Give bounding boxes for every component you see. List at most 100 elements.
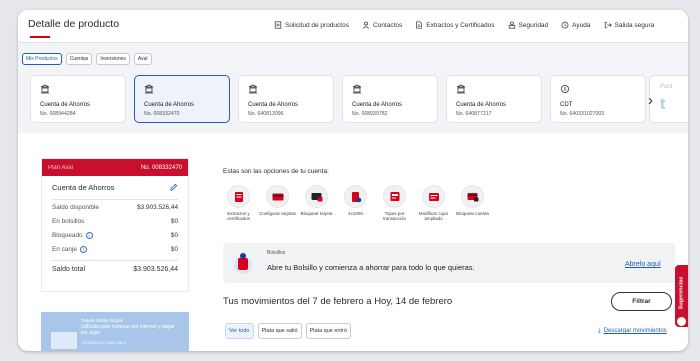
nav-label: Seguridad xyxy=(518,21,549,29)
bolsillo-open-link[interactable]: Abrelo aquí xyxy=(625,261,661,268)
balance-row: En canje i $0 xyxy=(42,242,188,256)
account-card[interactable]: $ CDT No. 640331027003 xyxy=(550,75,646,123)
nav-salida-segura[interactable]: Salida segura xyxy=(604,21,654,29)
account-name: Cuenta de Ahorros xyxy=(352,102,403,108)
option-label: Configurar tarjetas xyxy=(258,211,297,216)
title-underline xyxy=(30,36,50,38)
balance-value: $0 xyxy=(170,231,178,239)
account-name: CDT xyxy=(560,102,573,108)
option-configurar-tarjetas[interactable]: Configurar tarjetas xyxy=(258,185,297,221)
account-name: Cuenta de Ahorros xyxy=(40,102,91,108)
savings-icon xyxy=(144,84,154,94)
top-bar: Detalle de producto Solicitud de product… xyxy=(18,10,688,43)
partial-card-label: Punt xyxy=(660,84,673,90)
option-bloquear-cuenta[interactable]: Bloquear cuenta xyxy=(453,185,492,221)
nav-label: Extractos y Certificados xyxy=(426,21,495,29)
svg-text:$: $ xyxy=(564,87,567,92)
download-movements-link[interactable]: ⤓ Descargar movimientos xyxy=(598,328,667,335)
filter-ver-todo[interactable]: Ver todo xyxy=(225,323,254,339)
filter-button[interactable]: Filtrar xyxy=(611,292,672,311)
account-card-partial[interactable]: Punt t xyxy=(649,75,688,123)
account-card[interactable]: Cuenta de Ahorros No. 008944284 xyxy=(30,75,126,123)
product-tabs: Mis Productos Cuentas Inversiones Aval xyxy=(22,53,152,65)
edit-limit-icon xyxy=(428,192,439,201)
promo-text: Utilízala para comprar por internet y pa… xyxy=(81,324,175,336)
balance-label: En canje xyxy=(52,245,77,253)
option-label: Modificar cupo ampliado xyxy=(418,211,449,221)
nav-label: Contactos xyxy=(372,21,403,29)
tab-inversiones[interactable]: Inversiones xyxy=(96,53,130,65)
card-lock-icon xyxy=(311,192,322,201)
account-card[interactable]: Cuenta de Ahorros No. 640813096 xyxy=(238,75,334,123)
promo-tag: Tarjeta Débito Digital xyxy=(81,318,123,323)
balance-row: En bolsillos $0 xyxy=(42,214,188,228)
nav-extractos[interactable]: Extractos y Certificados xyxy=(415,21,495,29)
option-topes-transaccion[interactable]: Topes por transacción xyxy=(375,185,414,221)
account-number: No. 640813096 xyxy=(248,111,284,117)
nav-seguridad[interactable]: Seguridad xyxy=(508,21,549,29)
option-circle xyxy=(422,185,445,208)
promo-cta[interactable]: Actívala sin costo aquí xyxy=(81,340,126,345)
puntos-logo: t xyxy=(660,96,666,113)
filter-plata-entro[interactable]: Plata que entró xyxy=(305,323,351,339)
nav-contactos[interactable]: Contactos xyxy=(362,21,402,29)
savings-icon xyxy=(456,84,466,94)
option-label: Topes por transacción xyxy=(382,211,406,221)
account-options: Extractos y certificados Configurar tarj… xyxy=(219,185,492,221)
savings-icon xyxy=(352,84,362,94)
total-value: $3.903.526,44 xyxy=(133,266,178,273)
movements-title: Tus movimientos del 7 de febrero a Hoy, … xyxy=(223,296,453,307)
download-icon: ⤓ xyxy=(598,328,601,334)
option-circle xyxy=(266,185,289,208)
option-circle xyxy=(227,185,250,208)
panel-account-row: Cuenta de Ahorros xyxy=(42,176,188,192)
account-summary-panel: Plan Aval No. 008332470 Cuenta de Ahorro… xyxy=(41,158,189,292)
info-icon[interactable]: i xyxy=(85,231,93,239)
tab-cuentas[interactable]: Cuentas xyxy=(65,53,93,65)
person-icon xyxy=(362,21,370,29)
account-number: No. 640331027003 xyxy=(560,111,605,117)
page-title: Detalle de producto xyxy=(28,18,120,30)
debit-card-image xyxy=(51,332,77,349)
limits-icon xyxy=(390,191,399,201)
panel-account-name: Cuenta de Ahorros xyxy=(52,183,115,192)
option-extractos[interactable]: Extractos y certificados xyxy=(219,185,258,221)
option-modificar-cupo[interactable]: Modificar cupo ampliado xyxy=(414,185,453,221)
logout-icon xyxy=(604,21,612,29)
filter-plata-salio[interactable]: Plata que salió xyxy=(257,323,302,339)
feedback-icon xyxy=(677,317,686,326)
option-4x1000[interactable]: 4x1000 xyxy=(336,185,375,221)
balance-value: $3.903.526,44 xyxy=(137,203,178,211)
option-label: Bloquear tarjeta xyxy=(300,211,333,216)
option-label: 4x1000 xyxy=(348,211,363,216)
file-icon xyxy=(416,21,423,29)
option-label: Bloquear cuenta xyxy=(456,211,489,216)
balance-row: Bloqueado i $0 xyxy=(42,228,188,242)
account-card-selected[interactable]: Cuenta de Ahorros No. 008332470 xyxy=(134,75,230,123)
account-number: No. 008939782 xyxy=(352,111,388,117)
document-icon xyxy=(234,191,243,202)
balance-value: $0 xyxy=(170,217,178,225)
balance-label-wrap: Bloqueado i xyxy=(52,231,93,239)
edit-icon[interactable] xyxy=(169,183,178,192)
nav-solicitud-productos[interactable]: Solicitud de productos xyxy=(274,21,349,29)
chevron-right-icon[interactable]: › xyxy=(648,92,653,109)
bolsillo-title: Bolsillos xyxy=(267,250,286,256)
account-cards: Cuenta de Ahorros No. 008944284 Cuenta d… xyxy=(30,75,646,123)
tab-mis-productos[interactable]: Mis Productos xyxy=(22,53,62,65)
sugerencias-tab[interactable]: Sugerencias xyxy=(675,265,688,327)
options-title: Estas son las opciones de tu cuenta: xyxy=(223,168,329,175)
debit-card-promo[interactable]: Tarjeta Débito Digital Utilízala para co… xyxy=(41,312,189,351)
account-card[interactable]: Cuenta de Ahorros No. 640877217 xyxy=(446,75,542,123)
bolsillo-message: Abre tu Bolsillo y comienza a ahorrar pa… xyxy=(267,263,475,272)
option-circle xyxy=(344,185,367,208)
account-card[interactable]: Cuenta de Ahorros No. 008939782 xyxy=(342,75,438,123)
lock-person-icon xyxy=(508,21,515,29)
nav-ayuda[interactable]: Ayuda xyxy=(561,21,591,29)
savings-icon xyxy=(40,84,50,94)
tax-document-icon xyxy=(351,191,361,202)
info-icon[interactable]: i xyxy=(79,245,87,253)
option-bloquear-tarjeta[interactable]: Bloquear tarjeta xyxy=(297,185,336,221)
tab-aval[interactable]: Aval xyxy=(133,53,152,65)
movement-filters: Ver todo Plata que salió Plata que entró xyxy=(225,323,351,339)
